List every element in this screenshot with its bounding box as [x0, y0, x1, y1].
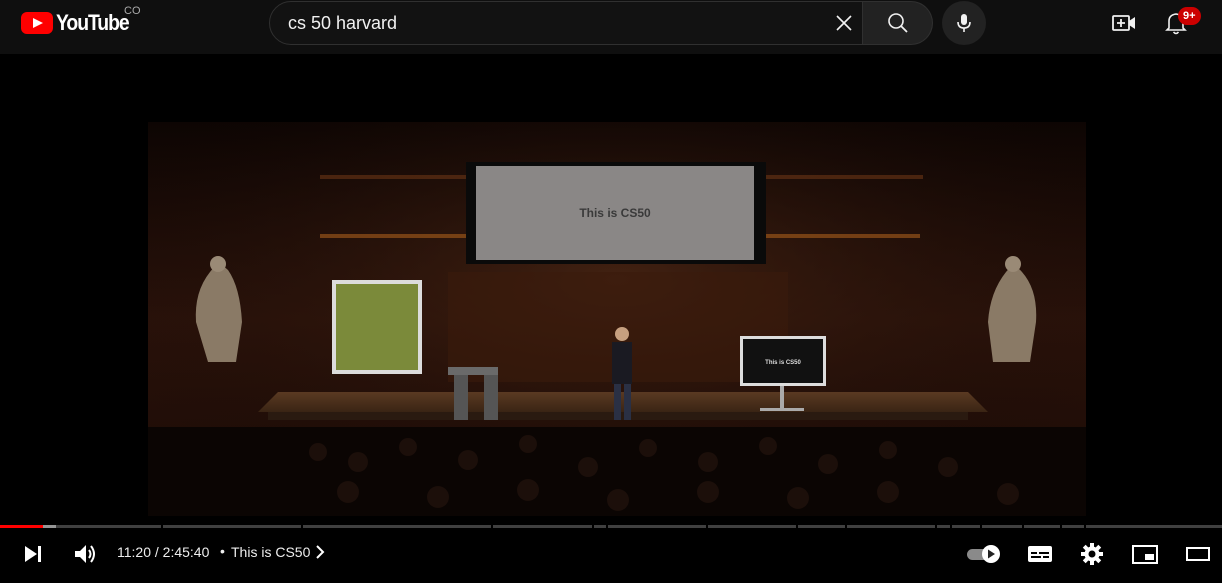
chapter-separator: • — [220, 543, 225, 559]
slide-text: This is CS50 — [579, 206, 651, 220]
autoplay-toggle[interactable] — [964, 534, 1004, 574]
next-button[interactable] — [18, 534, 48, 574]
theater-icon — [1186, 547, 1210, 561]
subtitles-icon — [1028, 546, 1052, 562]
search-box — [269, 1, 863, 45]
logo-text: YouTube — [56, 10, 130, 35]
autoplay-toggle-icon — [967, 545, 1000, 563]
clear-icon — [836, 15, 852, 31]
chapter-marker — [935, 525, 937, 528]
clear-search-button[interactable] — [830, 9, 858, 37]
player-controls: 11:20 / 2:45:40 • This is CS50 — [0, 534, 1222, 574]
masthead: YouTube CO 9+ — [0, 0, 1222, 54]
video-content: This is CS50 This is CS50 — [148, 122, 1086, 516]
chapter-marker — [980, 525, 982, 528]
settings-button[interactable] — [1076, 534, 1108, 574]
chapter-marker — [592, 525, 594, 528]
notification-badge: 9+ — [1178, 7, 1201, 25]
video-player[interactable]: This is CS50 This is CS50 — [0, 54, 1222, 583]
youtube-logo-icon — [21, 12, 53, 34]
chapter-marker — [950, 525, 952, 528]
monitor-text: This is CS50 — [765, 360, 801, 366]
next-icon — [25, 546, 41, 562]
search-input[interactable] — [288, 2, 818, 44]
time-display: 11:20 / 2:45:40 — [117, 544, 210, 560]
video-frame[interactable]: This is CS50 This is CS50 — [148, 122, 1086, 516]
theater-mode-button[interactable] — [1182, 534, 1214, 574]
chapter-marker — [845, 525, 847, 528]
chapter-marker — [1084, 525, 1086, 528]
progress-bar[interactable] — [0, 525, 1222, 528]
mute-button[interactable] — [70, 534, 100, 574]
search-button[interactable] — [863, 1, 933, 45]
chapter-marker — [1060, 525, 1062, 528]
country-code: CO — [124, 5, 141, 17]
create-button[interactable] — [1108, 8, 1140, 38]
voice-search-button[interactable] — [942, 1, 986, 45]
create-icon — [1112, 15, 1135, 31]
chapter-chevron[interactable] — [314, 544, 326, 565]
chapter-marker — [606, 525, 608, 528]
chapter-marker — [301, 525, 303, 528]
miniplayer-icon — [1132, 545, 1158, 564]
chapter-marker — [491, 525, 493, 528]
progress-played — [0, 525, 44, 528]
chapter-marker — [1022, 525, 1024, 528]
youtube-logo[interactable]: YouTube — [21, 10, 138, 35]
chapter-marker — [796, 525, 798, 528]
volume-icon — [75, 545, 95, 563]
chapter-marker — [161, 525, 163, 528]
subtitles-button[interactable] — [1024, 534, 1056, 574]
chapter-title[interactable]: This is CS50 — [231, 544, 310, 560]
miniplayer-button[interactable] — [1128, 534, 1162, 574]
chapter-marker — [706, 525, 708, 528]
chevron-right-icon — [316, 545, 325, 559]
settings-icon — [1081, 543, 1103, 565]
mic-icon — [957, 14, 971, 32]
search-icon — [887, 13, 908, 33]
